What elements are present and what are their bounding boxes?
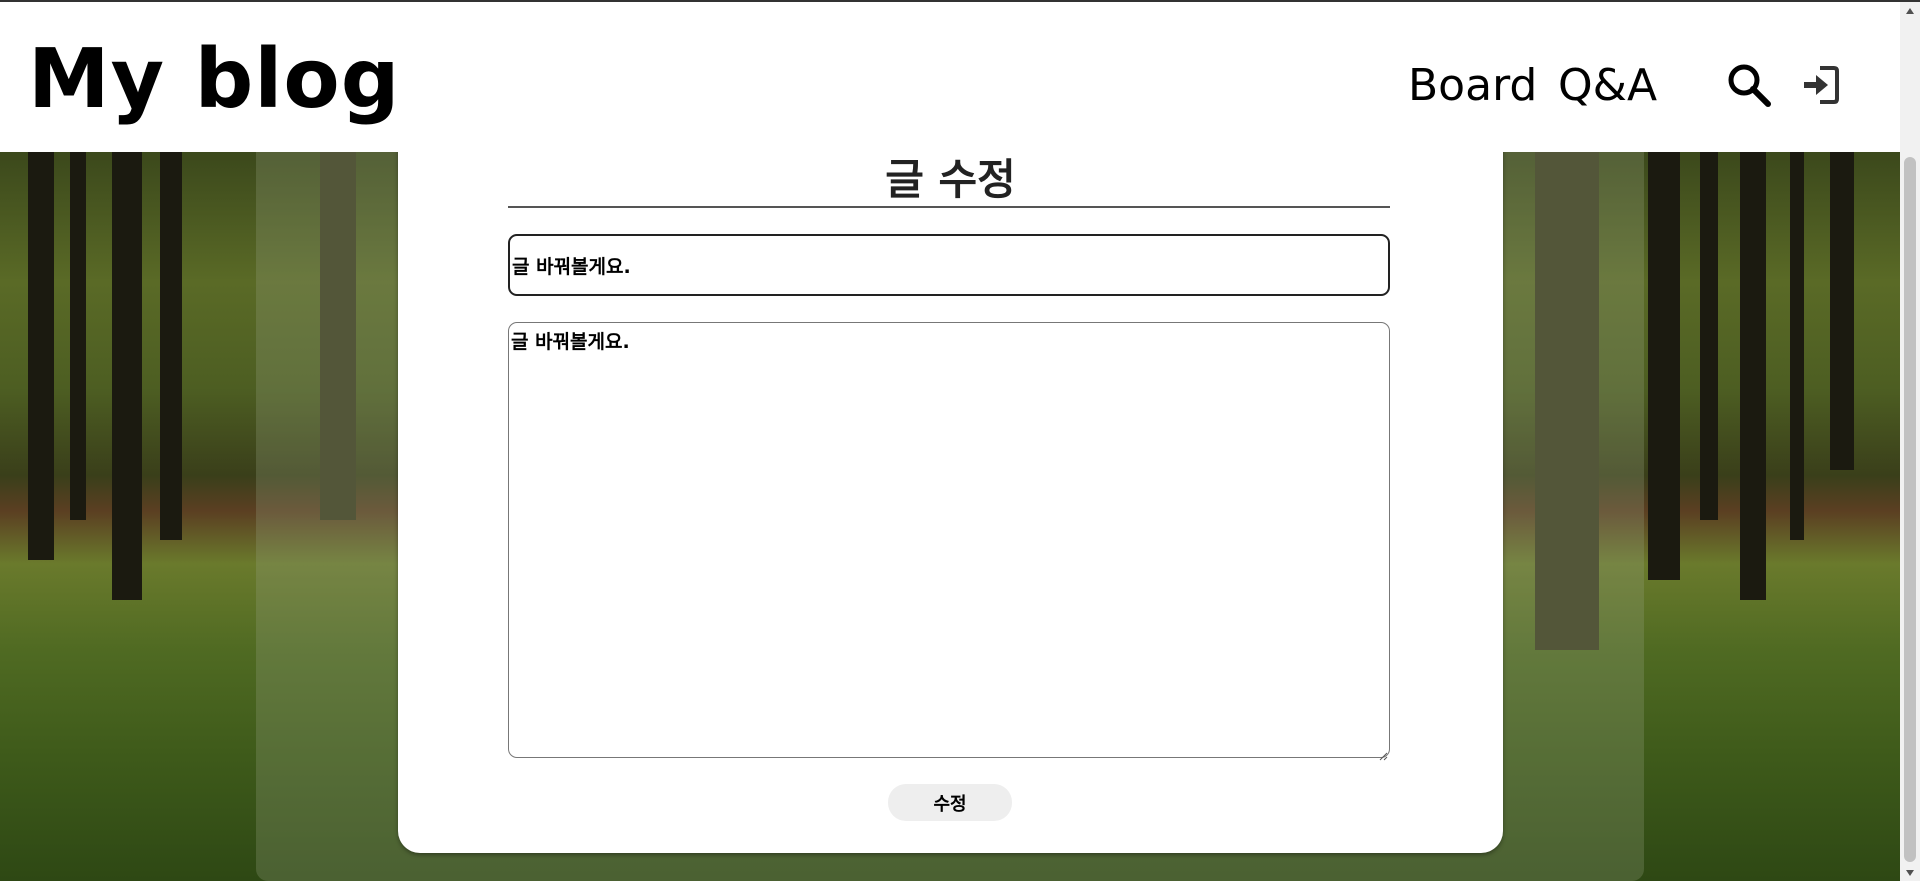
scrollbar-thumb[interactable] <box>1904 157 1916 862</box>
post-title-input[interactable] <box>508 234 1390 296</box>
nav-qa-link[interactable]: Q&A <box>1558 60 1657 111</box>
edit-post-card: 글 수정 글 바꿔볼게요. 수정 <box>398 120 1503 853</box>
post-content-textarea[interactable]: 글 바꿔볼게요. <box>508 322 1390 758</box>
page-title: 글 수정 <box>885 155 1016 204</box>
site-logo[interactable]: My blog <box>28 32 400 127</box>
search-icon[interactable] <box>1726 62 1772 108</box>
login-icon[interactable] <box>1800 62 1846 108</box>
scroll-up-arrow-icon[interactable] <box>1900 2 1920 19</box>
submit-edit-button[interactable]: 수정 <box>888 784 1012 821</box>
title-divider <box>508 206 1390 208</box>
resize-grip-icon[interactable] <box>1378 746 1388 761</box>
nav-board-link[interactable]: Board <box>1408 60 1537 111</box>
scroll-down-arrow-icon[interactable] <box>1900 864 1920 881</box>
site-header: My blog Board Q&A <box>0 2 1900 152</box>
page-scrollbar[interactable] <box>1900 2 1920 881</box>
window-top-edge <box>0 0 1920 2</box>
